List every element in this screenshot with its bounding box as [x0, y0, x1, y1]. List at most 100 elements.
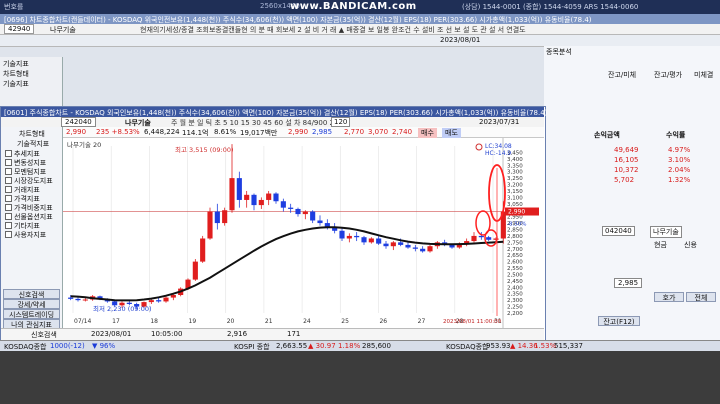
table-cell: 1.32% — [668, 176, 691, 184]
chart-title: 나무기술 20 — [67, 140, 101, 149]
candle-body — [258, 199, 264, 206]
order-panel: 종목분석 잔고/미체 잔고/평가 미체결 손익금액 수익률 49,649 4.9… — [544, 46, 720, 340]
back-left-item[interactable]: 차트형태 — [3, 69, 29, 79]
top-bar-left: 번호를 — [4, 3, 24, 11]
x-tick-label: 24 — [303, 318, 311, 325]
menu-tech-indicators[interactable]: 기술적지표 — [17, 139, 49, 149]
candle-body — [361, 237, 367, 243]
info-value-1: 2,916 — [227, 330, 248, 338]
quote-button[interactable]: 호가 — [654, 292, 684, 302]
back-date[interactable]: 2023/08/01 — [440, 36, 480, 44]
all-button[interactable]: 전체 — [686, 292, 716, 302]
back-window-toolbar: 42940 나무기술 현재의기세성/종결 조회보종결캔들현 의 분 때 회보세 … — [0, 24, 720, 35]
y-tick-label: 3,200 — [507, 183, 523, 189]
indicator-menu: 차트형태 기술적지표 추세지표 변동성지표 모멘텀지표 시장강도지표 거래지표 … — [1, 127, 63, 340]
candle-body — [75, 298, 81, 301]
table-cell: 3.10% — [668, 156, 691, 164]
order-price-input[interactable]: 2,985 — [614, 278, 643, 288]
candle-body — [368, 238, 374, 243]
info-label: 신호검색 — [31, 331, 57, 339]
count-input[interactable]: 120 — [331, 117, 351, 127]
y-tick-label: 2,650 — [507, 253, 523, 259]
candle-body — [471, 235, 477, 242]
info-time: 10:05:00 — [151, 330, 183, 338]
candle-body — [82, 299, 88, 301]
y-tick-label: 2,450 — [507, 279, 523, 285]
tab-unfilled[interactable]: 미체결 — [694, 70, 713, 80]
candle-body — [478, 235, 484, 238]
x-tick-label: 20 — [227, 318, 235, 325]
x-tick-label: 27 — [418, 318, 426, 325]
radio-credit[interactable]: 신용 — [684, 240, 697, 250]
y-tick-label: 2,350 — [507, 292, 523, 298]
candle-body — [236, 178, 242, 200]
candle-body — [412, 247, 418, 249]
candle-body — [317, 220, 323, 224]
menu-user: 사용자지표 — [5, 230, 46, 240]
candle-body — [295, 208, 301, 215]
y-tick-label: 3,250 — [507, 176, 523, 182]
x-tick-label: 19 — [189, 318, 197, 325]
back-left-item[interactable]: 기술지표 — [3, 79, 29, 89]
candle-body — [310, 211, 316, 221]
signal-search-button[interactable]: 신호검색 — [3, 289, 60, 299]
table-cell: 4.97% — [668, 146, 691, 154]
col-header-return: 수익률 — [666, 131, 686, 139]
order-code-input[interactable]: 042040 — [602, 226, 635, 236]
high-price: 3,070 — [368, 128, 389, 136]
tab-analysis[interactable]: 종목분석 — [546, 47, 572, 57]
back-window-title: [0696] 차트종합차트(캔들데이터) - KOSDAQ 위국인전보유(1,4… — [0, 14, 720, 24]
watermark-bandicam: www.BANDICAM.com — [290, 1, 417, 12]
y-tick-label: 3,150 — [507, 189, 523, 195]
candle-body — [493, 238, 499, 240]
back-left-item[interactable]: 기술지표 — [3, 59, 29, 69]
x-tick-label: 2023/08/01 11:00:00 — [443, 319, 502, 325]
order-stock-name: 나무기술 — [650, 226, 682, 238]
y-tick-label: 2,850 — [507, 228, 523, 234]
candle-body — [126, 302, 132, 305]
candle-body — [354, 235, 360, 238]
last-price-label: 2,990 — [508, 209, 525, 216]
buy-button[interactable]: 매수 — [418, 128, 437, 138]
stock-code-input[interactable]: 242040 — [61, 117, 96, 127]
y-tick-label: 3,100 — [507, 195, 523, 201]
candle-body — [398, 242, 404, 245]
radio-cash[interactable]: 현금 — [654, 240, 667, 250]
y-tick-label: 3,050 — [507, 202, 523, 208]
bull-bear-button[interactable]: 강세/약세 — [3, 299, 60, 309]
table-cell: 10,372 — [614, 166, 639, 174]
y-tick-label: 2,300 — [507, 298, 523, 304]
candle-body — [390, 242, 396, 247]
candle-body — [170, 295, 176, 298]
candlestick-chart[interactable]: 07/14 17 18 19 20 21 24 25 26 27 28 312023/08/01 11… — [63, 138, 543, 328]
marker-label: -8.50% — [507, 222, 526, 228]
candle-body — [339, 230, 345, 239]
y-tick-label: 3,300 — [507, 170, 523, 176]
x-tick-label: 18 — [150, 318, 158, 325]
balance-f12-button[interactable]: 잔고(F12) — [598, 316, 640, 326]
system-trading-button[interactable]: 시스템트레이딩 — [3, 309, 60, 319]
back-toolbar-items: 현재의기세성/종결 조회보종결캔들현 의 분 때 회보세 2 설 비 거 래 ▲… — [140, 26, 526, 34]
y-tick-label: 2,500 — [507, 272, 523, 278]
y-tick-label: 3,350 — [507, 163, 523, 169]
tab-balance-eval[interactable]: 잔고/평가 — [654, 70, 682, 80]
tab-balance-unfilled[interactable]: 잔고/미체 — [608, 70, 636, 80]
top-bar-right: (상담) 1544-0001 (종합) 1544-4059 ARS 1544-0… — [462, 3, 639, 11]
candle-body — [244, 194, 250, 200]
back-code-input[interactable]: 42940 — [4, 24, 35, 34]
x-tick-label: 17 — [112, 318, 120, 325]
lc-label: LC:34.08 — [485, 143, 512, 150]
candle-body — [200, 238, 206, 262]
date-input[interactable]: 2023/07/31 — [479, 118, 519, 126]
low-annotation: 최저 2,230 (09:00) — [93, 304, 152, 313]
ask-price: 2,990 — [288, 128, 309, 136]
bid-price: 2,985 — [312, 128, 333, 136]
main-window-title: [0601] 주식종합차트 - KOSDAQ 외국인보유(1,448(천)) 주… — [1, 107, 547, 117]
turnover: 8.61% — [214, 128, 237, 136]
sell-button[interactable]: 매도 — [442, 128, 461, 138]
back-stock-name: 나무기술 — [50, 26, 76, 34]
menu-chart-type[interactable]: 차트형태 — [19, 129, 45, 139]
candle-body — [376, 238, 382, 244]
table-cell: 2.04% — [668, 166, 691, 174]
current-price: 2,990 — [66, 128, 87, 136]
